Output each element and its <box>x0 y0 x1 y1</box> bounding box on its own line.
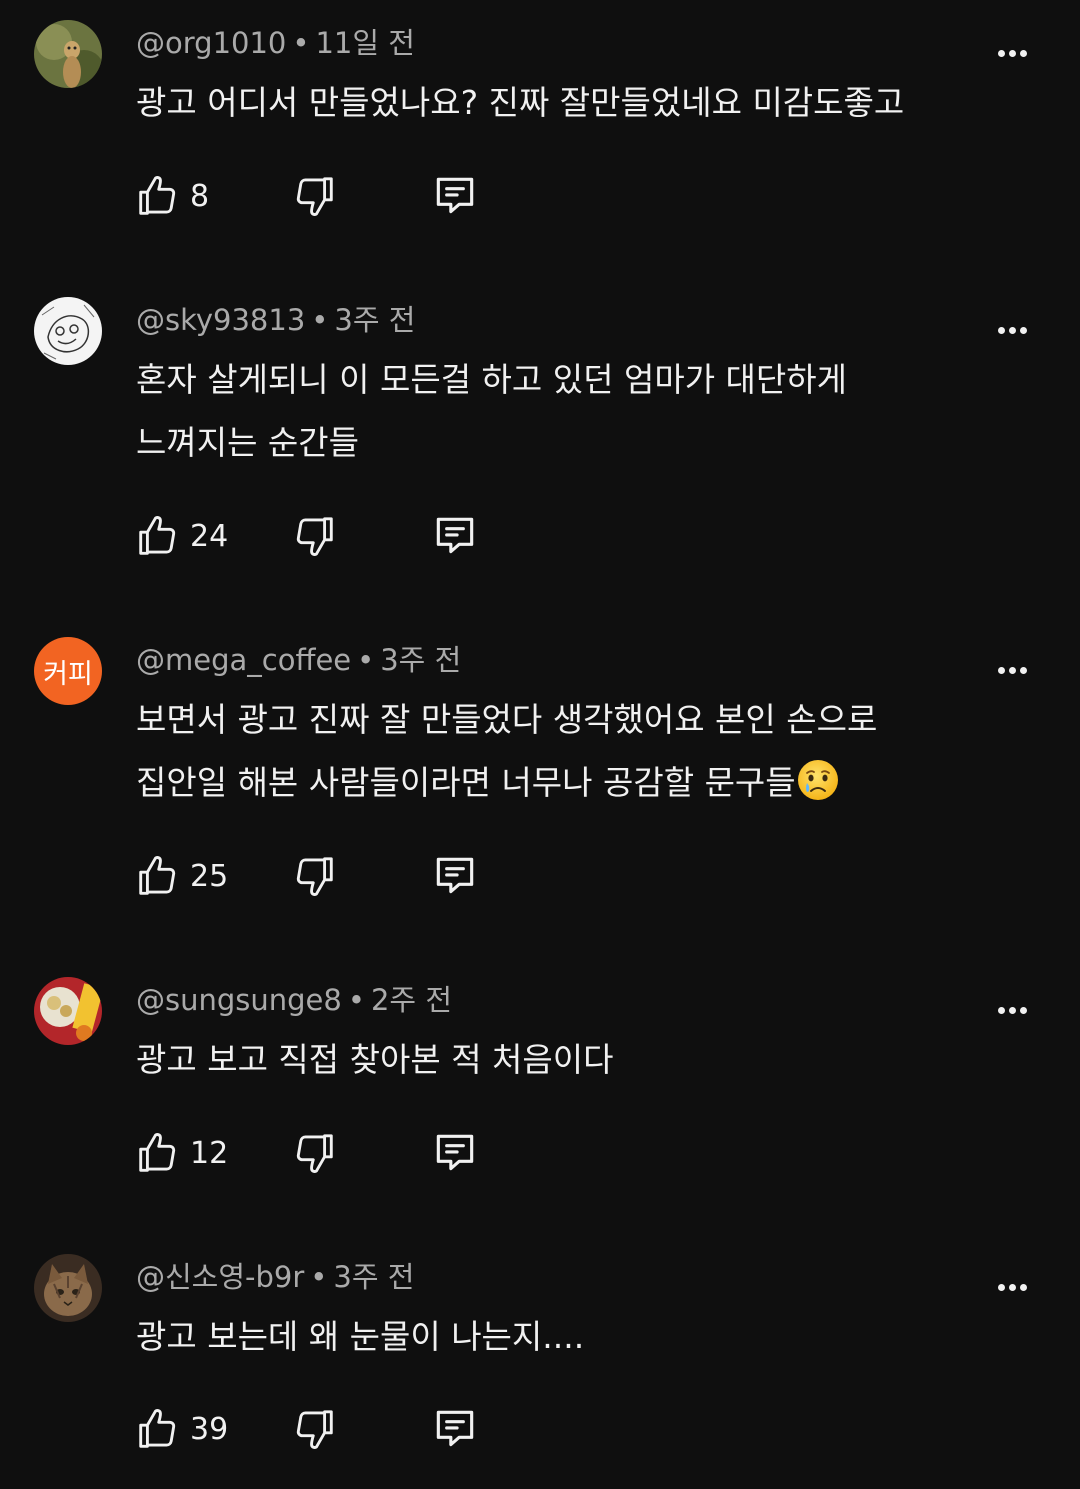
like-button[interactable]: 24 <box>134 508 228 564</box>
separator: • <box>292 26 310 60</box>
like-count: 12 <box>190 1135 229 1171</box>
thumbs-up-icon <box>139 176 176 215</box>
thumbs-down-icon <box>296 857 333 896</box>
like-button[interactable]: 8 <box>134 168 209 224</box>
separator: • <box>347 983 365 1017</box>
author-handle[interactable]: @sky93813 <box>136 303 305 337</box>
author-handle[interactable]: @mega_coffee <box>136 643 351 677</box>
separator: • <box>310 1260 328 1294</box>
like-count: 8 <box>190 178 210 214</box>
like-button[interactable]: 12 <box>134 1125 228 1181</box>
comment-meta: @sky93813 • 3주 전 <box>136 302 415 338</box>
comment-meta: @org1010 • 11일 전 <box>136 25 415 61</box>
avatar[interactable] <box>34 1254 102 1322</box>
avatar[interactable]: 커피 <box>34 637 102 705</box>
thumbs-down-icon <box>296 1410 333 1449</box>
comment-line: 광고 어디서 만들었나요? 진짜 잘만들었네요 미감도좋고 <box>136 83 905 122</box>
comment-text: 광고 보는데 왜 눈물이 나는지.... <box>136 1305 1016 1368</box>
comment-actions: 39 <box>134 1401 494 1457</box>
timestamp: 3주 전 <box>334 303 416 337</box>
separator: • <box>311 303 329 337</box>
like-button[interactable]: 25 <box>134 848 228 904</box>
dislike-button[interactable] <box>292 1401 338 1457</box>
comment-line: 광고 보는데 왜 눈물이 나는지.... <box>136 1317 585 1356</box>
timestamp: 2주 전 <box>370 983 452 1017</box>
comment-meta: @mega_coffee • 3주 전 <box>136 642 461 678</box>
comment-actions: 25 <box>134 848 494 904</box>
timestamp: 11일 전 <box>315 26 415 60</box>
comment-icon <box>436 1134 474 1171</box>
timestamp: 3주 전 <box>380 643 462 677</box>
like-count: 24 <box>190 518 229 554</box>
thumbs-up-icon <box>139 1409 176 1448</box>
comment-icon <box>436 517 474 554</box>
author-handle[interactable]: @신소영-b9r <box>136 1260 304 1294</box>
reply-button[interactable] <box>430 508 480 564</box>
comment-text: 광고 보고 직접 찾아본 적 처음이다 <box>136 1028 1016 1091</box>
comment-text: 혼자 살게되니 이 모든걸 하고 있던 엄마가 대단하게 느껴지는 순간들 <box>136 348 1016 474</box>
comment-meta: @신소영-b9r • 3주 전 <box>136 1259 414 1295</box>
thumbs-up-icon <box>139 856 176 895</box>
comment-line: 집안일 해본 사람들이라면 너무나 공감할 문구들 <box>136 763 796 802</box>
like-button[interactable]: 39 <box>134 1401 228 1457</box>
like-count: 39 <box>190 1411 229 1447</box>
comment-line: 광고 보고 직접 찾아본 적 처음이다 <box>136 1040 614 1079</box>
comment-line-with-emoji: 집안일 해본 사람들이라면 너무나 공감할 문구들 <box>136 751 1016 814</box>
more-horizontal-icon[interactable] <box>990 660 1034 680</box>
like-count: 25 <box>190 858 229 894</box>
comment-actions: 8 <box>134 168 494 224</box>
comment-icon <box>436 1410 474 1447</box>
separator: • <box>357 643 375 677</box>
timestamp: 3주 전 <box>333 1260 415 1294</box>
dislike-button[interactable] <box>292 848 338 904</box>
dislike-button[interactable] <box>292 168 338 224</box>
thumbs-down-icon <box>296 517 333 556</box>
reply-button[interactable] <box>430 1125 480 1181</box>
dislike-button[interactable] <box>292 1125 338 1181</box>
more-horizontal-icon[interactable] <box>990 1277 1034 1297</box>
comment-meta: @sungsunge8 • 2주 전 <box>136 982 452 1018</box>
reply-button[interactable] <box>430 168 480 224</box>
comment-icon <box>436 857 474 894</box>
more-horizontal-icon[interactable] <box>990 43 1034 63</box>
thumbs-down-icon <box>296 1134 333 1173</box>
reply-button[interactable] <box>430 1401 480 1457</box>
thumbs-up-icon <box>139 1133 176 1172</box>
comment-actions: 12 <box>134 1125 494 1181</box>
comment-text: 보면서 광고 진짜 잘 만들었다 생각했어요 본인 손으로 집안일 해본 사람들… <box>136 688 1016 814</box>
reply-button[interactable] <box>430 848 480 904</box>
thumbs-up-icon <box>139 516 176 555</box>
comment-line: 느껴지는 순간들 <box>136 423 360 462</box>
dislike-button[interactable] <box>292 508 338 564</box>
comment-text: 광고 어디서 만들었나요? 진짜 잘만들었네요 미감도좋고 <box>136 71 1016 134</box>
author-handle[interactable]: @sungsunge8 <box>136 983 342 1017</box>
avatar[interactable] <box>34 297 102 365</box>
comment-actions: 24 <box>134 508 494 564</box>
avatar[interactable] <box>34 20 102 88</box>
comment-line: 보면서 광고 진짜 잘 만들었다 생각했어요 본인 손으로 <box>136 700 878 739</box>
more-horizontal-icon[interactable] <box>990 320 1034 340</box>
thumbs-down-icon <box>296 177 333 216</box>
crying-face-icon <box>797 760 838 800</box>
author-handle[interactable]: @org1010 <box>136 26 286 60</box>
avatar[interactable] <box>34 977 102 1045</box>
comment-icon <box>436 177 474 214</box>
comment-line: 혼자 살게되니 이 모든걸 하고 있던 엄마가 대단하게 <box>136 360 847 399</box>
more-horizontal-icon[interactable] <box>990 1000 1034 1020</box>
